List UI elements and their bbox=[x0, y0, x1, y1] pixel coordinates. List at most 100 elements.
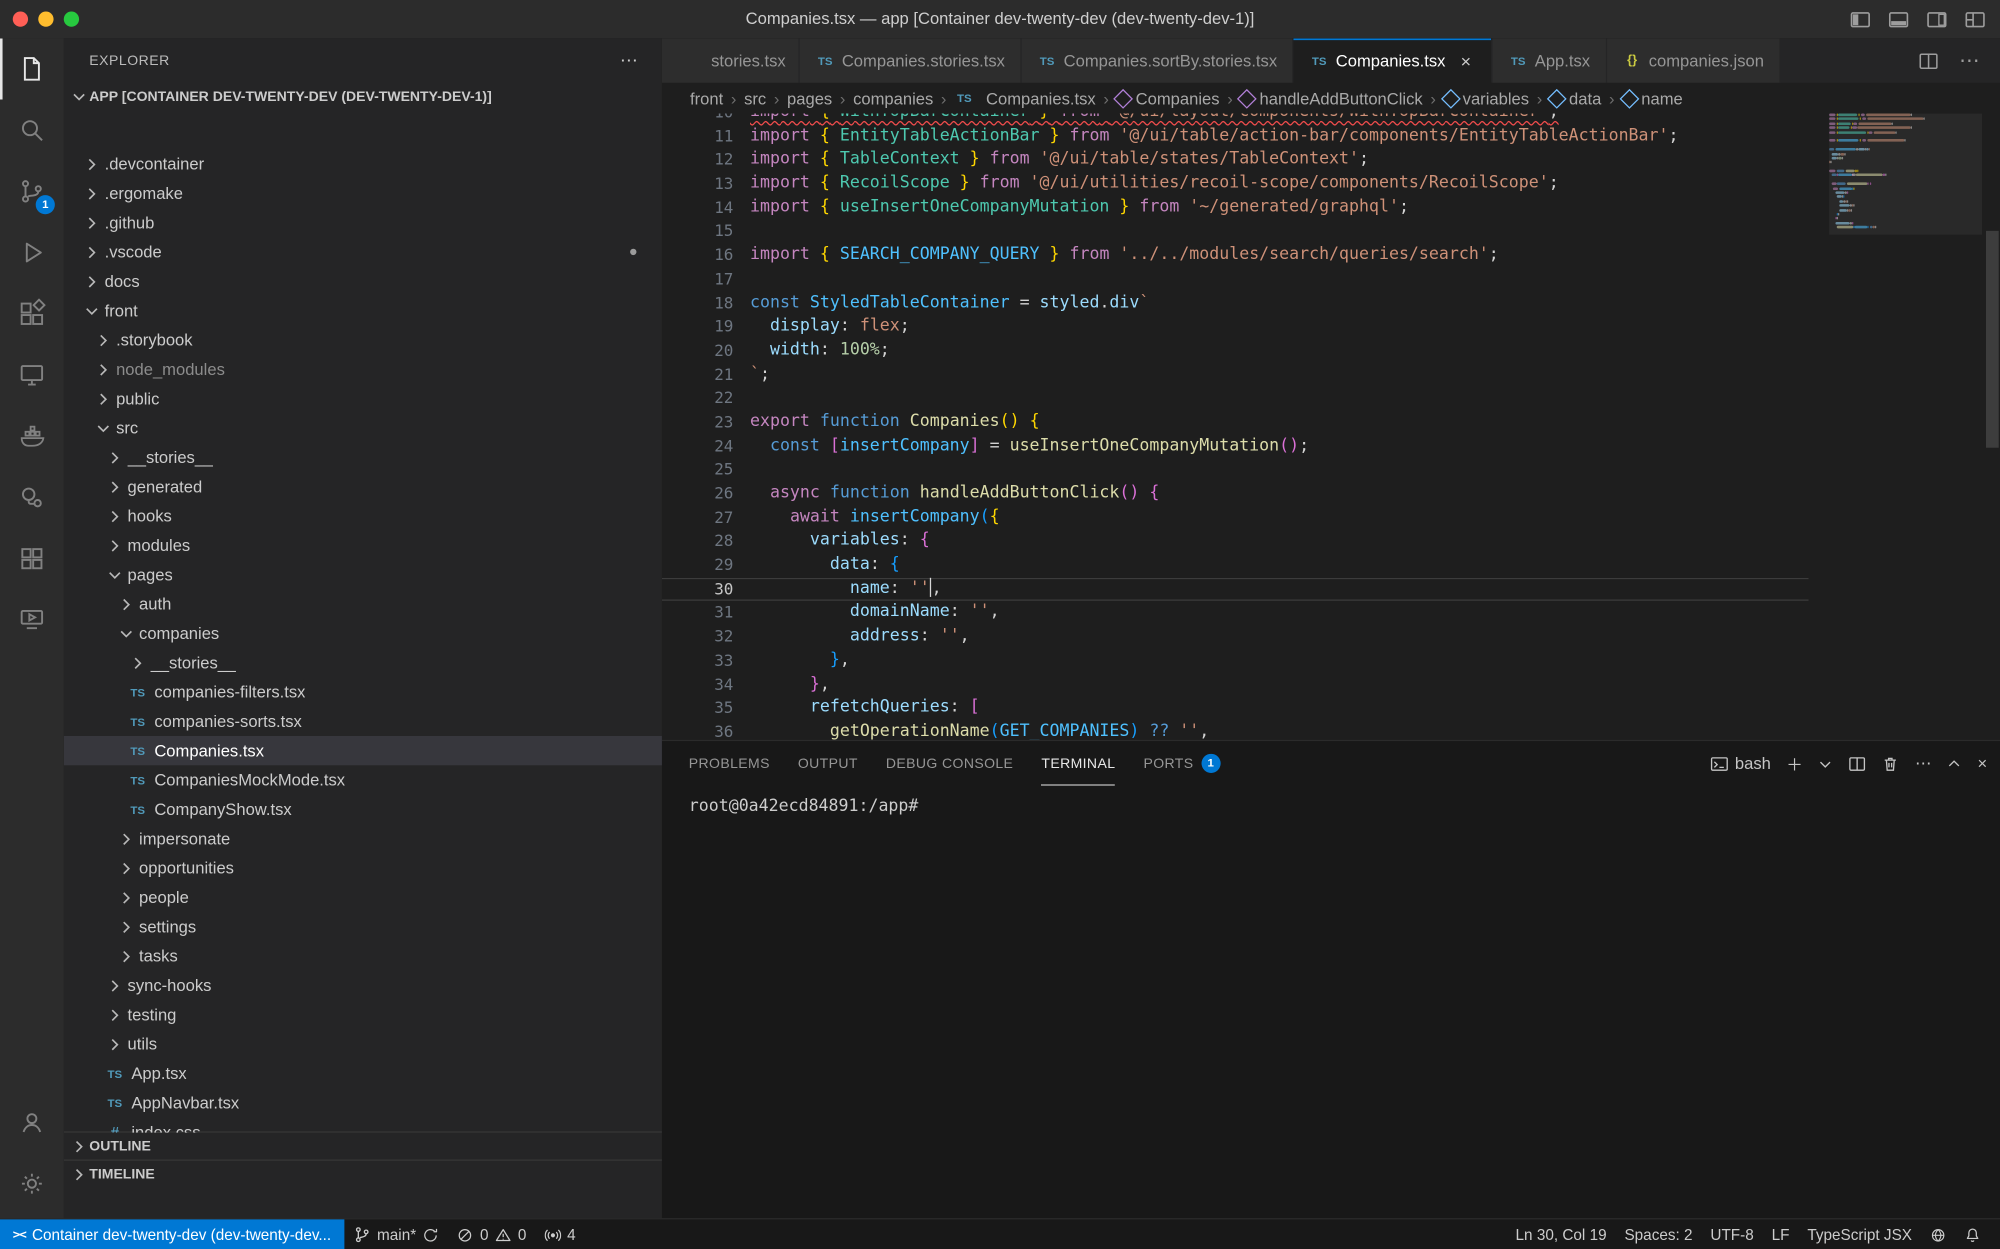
panel-tab-problems[interactable]: PROBLEMS bbox=[689, 741, 770, 786]
source-control-icon[interactable]: 1 bbox=[0, 161, 64, 222]
github-actions-icon[interactable] bbox=[0, 467, 64, 528]
code-line-21[interactable]: 21`; bbox=[662, 363, 1809, 387]
tab-Companies.tsx[interactable]: TSCompanies.tsx× bbox=[1294, 38, 1493, 83]
code-line-19[interactable]: 19 display: flex; bbox=[662, 315, 1809, 339]
tree-item-utils[interactable]: utils bbox=[64, 1029, 662, 1058]
code-line-18[interactable]: 18const StyledTableContainer = styled.di… bbox=[662, 291, 1809, 315]
tab-Companies.sortBy.stories.tsx[interactable]: TSCompanies.sortBy.stories.tsx bbox=[1022, 38, 1294, 83]
tree-item-public[interactable]: public bbox=[64, 384, 662, 413]
kill-terminal-icon[interactable] bbox=[1882, 754, 1900, 772]
tree-item-tasks[interactable]: tasks bbox=[64, 941, 662, 970]
breadcrumb-item-variables[interactable]: variables bbox=[1444, 89, 1529, 108]
code-line-24[interactable]: 24 const [insertCompany] = useInsertOneC… bbox=[662, 434, 1809, 458]
breadcrumb-item-handleAddButtonClick[interactable]: handleAddButtonClick bbox=[1240, 89, 1422, 108]
minimap[interactable] bbox=[1829, 114, 1982, 740]
tree-item-App.tsx[interactable]: TSApp.tsx bbox=[64, 1059, 662, 1088]
explorer-more-actions-icon[interactable]: ⋯ bbox=[620, 50, 639, 72]
breadcrumb-item-src[interactable]: src bbox=[744, 89, 766, 108]
tree-item-docs[interactable]: docs bbox=[64, 267, 662, 296]
panel-tab-terminal[interactable]: TERMINAL bbox=[1041, 741, 1115, 786]
tree-item-pages[interactable]: pages bbox=[64, 560, 662, 589]
tree-item-people[interactable]: people bbox=[64, 883, 662, 912]
tree-item-companies[interactable]: companies bbox=[64, 619, 662, 648]
tree-item-.storybook[interactable]: .storybook bbox=[64, 325, 662, 354]
run-debug-icon[interactable] bbox=[0, 222, 64, 283]
tree-item-opportunities[interactable]: opportunities bbox=[64, 853, 662, 882]
tree-item-__stories__[interactable]: __stories__ bbox=[64, 443, 662, 472]
tree-item-__stories__[interactable]: __stories__ bbox=[64, 648, 662, 677]
remote-explorer-icon[interactable] bbox=[0, 344, 64, 405]
broadcast-status[interactable]: 4 bbox=[535, 1219, 584, 1249]
timeline-section-header[interactable]: TIMELINE bbox=[64, 1159, 662, 1188]
panel-tab-debug-console[interactable]: DEBUG CONSOLE bbox=[886, 741, 1013, 786]
tab-stories.tsx[interactable]: stories.tsx bbox=[662, 38, 800, 83]
code-line-10[interactable]: 10import { WithTopBarContainer } from '@… bbox=[662, 114, 1809, 125]
code-line-20[interactable]: 20 width: 100%; bbox=[662, 339, 1809, 363]
code-line-34[interactable]: 34 }, bbox=[662, 673, 1809, 697]
tree-item-testing[interactable]: testing bbox=[64, 1000, 662, 1029]
language-mode-status[interactable]: TypeScript JSX bbox=[1798, 1219, 1920, 1249]
panel-tab-output[interactable]: OUTPUT bbox=[798, 741, 858, 786]
tree-item-Companies.tsx[interactable]: TSCompanies.tsx bbox=[64, 736, 662, 765]
terminal-content[interactable]: root@0a42ecd84891:/app# bbox=[689, 796, 1987, 1214]
breadcrumb-item-pages[interactable]: pages bbox=[787, 89, 832, 108]
code-line-30[interactable]: 30 name: '', bbox=[662, 577, 1809, 601]
notifications-bell-icon[interactable] bbox=[1955, 1219, 1989, 1249]
code-line-22[interactable]: 22 bbox=[662, 387, 1809, 411]
code-line-28[interactable]: 28 variables: { bbox=[662, 530, 1809, 554]
outline-section-header[interactable]: OUTLINE bbox=[64, 1131, 662, 1160]
tree-item-companies-sorts.tsx[interactable]: TScompanies-sorts.tsx bbox=[64, 707, 662, 736]
indentation-status[interactable]: Spaces: 2 bbox=[1616, 1219, 1702, 1249]
tree-item-.vscode[interactable]: .vscode bbox=[64, 237, 662, 266]
tree-item-impersonate[interactable]: impersonate bbox=[64, 824, 662, 853]
split-editor-icon[interactable] bbox=[1916, 48, 1942, 74]
close-panel-icon[interactable]: × bbox=[1978, 754, 1988, 773]
tree-item-generated[interactable]: generated bbox=[64, 472, 662, 501]
toggle-secondary-sidebar-icon[interactable] bbox=[1923, 6, 1949, 32]
tree-item-index.css[interactable]: #index.css bbox=[64, 1117, 662, 1132]
kubernetes-icon[interactable] bbox=[0, 528, 64, 589]
customize-layout-icon[interactable] bbox=[1962, 6, 1988, 32]
code-line-29[interactable]: 29 data: { bbox=[662, 554, 1809, 578]
panel-tab-ports[interactable]: PORTS1 bbox=[1143, 741, 1220, 786]
code-line-33[interactable]: 33 }, bbox=[662, 649, 1809, 673]
code-line-35[interactable]: 35 refetchQueries: [ bbox=[662, 697, 1809, 721]
code-line-17[interactable]: 17 bbox=[662, 268, 1809, 292]
code-line-14[interactable]: 14import { useInsertOneCompanyMutation }… bbox=[662, 196, 1809, 220]
live-preview-icon[interactable] bbox=[0, 589, 64, 650]
docker-icon[interactable] bbox=[0, 406, 64, 467]
workspace-section-header[interactable]: APP [CONTAINER DEV-TWENTY-DEV (DEV-TWENT… bbox=[64, 83, 662, 111]
breadcrumb-item-data[interactable]: data bbox=[1550, 89, 1601, 108]
code-line-12[interactable]: 12import { TableContext } from '@/ui/tab… bbox=[662, 148, 1809, 172]
accounts-icon[interactable] bbox=[0, 1092, 64, 1153]
shell-selector[interactable]: bash bbox=[1711, 754, 1771, 773]
code-line-32[interactable]: 32 address: '', bbox=[662, 625, 1809, 649]
code-line-25[interactable]: 25 bbox=[662, 458, 1809, 482]
settings-gear-icon[interactable] bbox=[0, 1153, 64, 1214]
tree-item-front[interactable]: front bbox=[64, 296, 662, 325]
tree-item-.devcontainer[interactable]: .devcontainer bbox=[64, 149, 662, 178]
code-line-15[interactable]: 15 bbox=[662, 220, 1809, 244]
tree-item-.ergomake[interactable]: .ergomake bbox=[64, 179, 662, 208]
code-line-26[interactable]: 26 async function handleAddButtonClick()… bbox=[662, 482, 1809, 506]
problems-status[interactable]: 0 0 bbox=[448, 1219, 535, 1249]
encoding-status[interactable]: UTF-8 bbox=[1701, 1219, 1762, 1249]
breadcrumb-item-Companies.tsx[interactable]: TSCompanies.tsx bbox=[954, 89, 1096, 108]
code-line-13[interactable]: 13import { RecoilScope } from '@/ui/util… bbox=[662, 172, 1809, 196]
code-line-16[interactable]: 16import { SEARCH_COMPANY_QUERY } from '… bbox=[662, 244, 1809, 268]
code-line-11[interactable]: 11import { EntityTableActionBar } from '… bbox=[662, 125, 1809, 149]
tree-item-AppNavbar.tsx[interactable]: TSAppNavbar.tsx bbox=[64, 1088, 662, 1117]
code-line-23[interactable]: 23export function Companies() { bbox=[662, 411, 1809, 435]
new-terminal-icon[interactable]: ＋ bbox=[1786, 751, 1803, 775]
editor-scrollbar[interactable] bbox=[1986, 231, 1999, 448]
git-branch-status[interactable]: main* bbox=[344, 1219, 448, 1249]
code-editor[interactable]: 10import { WithTopBarContainer } from '@… bbox=[662, 114, 2000, 740]
code-line-27[interactable]: 27 await insertCompany({ bbox=[662, 506, 1809, 530]
cursor-position-status[interactable]: Ln 30, Col 19 bbox=[1507, 1219, 1616, 1249]
tree-item-src[interactable]: src bbox=[64, 413, 662, 442]
close-icon[interactable]: × bbox=[1456, 50, 1476, 70]
tab-Companies.stories.tsx[interactable]: TSCompanies.stories.tsx bbox=[800, 38, 1022, 83]
tree-item-sync-hooks[interactable]: sync-hooks bbox=[64, 971, 662, 1000]
breadcrumb-item-name[interactable]: name bbox=[1622, 89, 1683, 108]
more-actions-icon[interactable]: ⋯ bbox=[1915, 753, 1932, 773]
